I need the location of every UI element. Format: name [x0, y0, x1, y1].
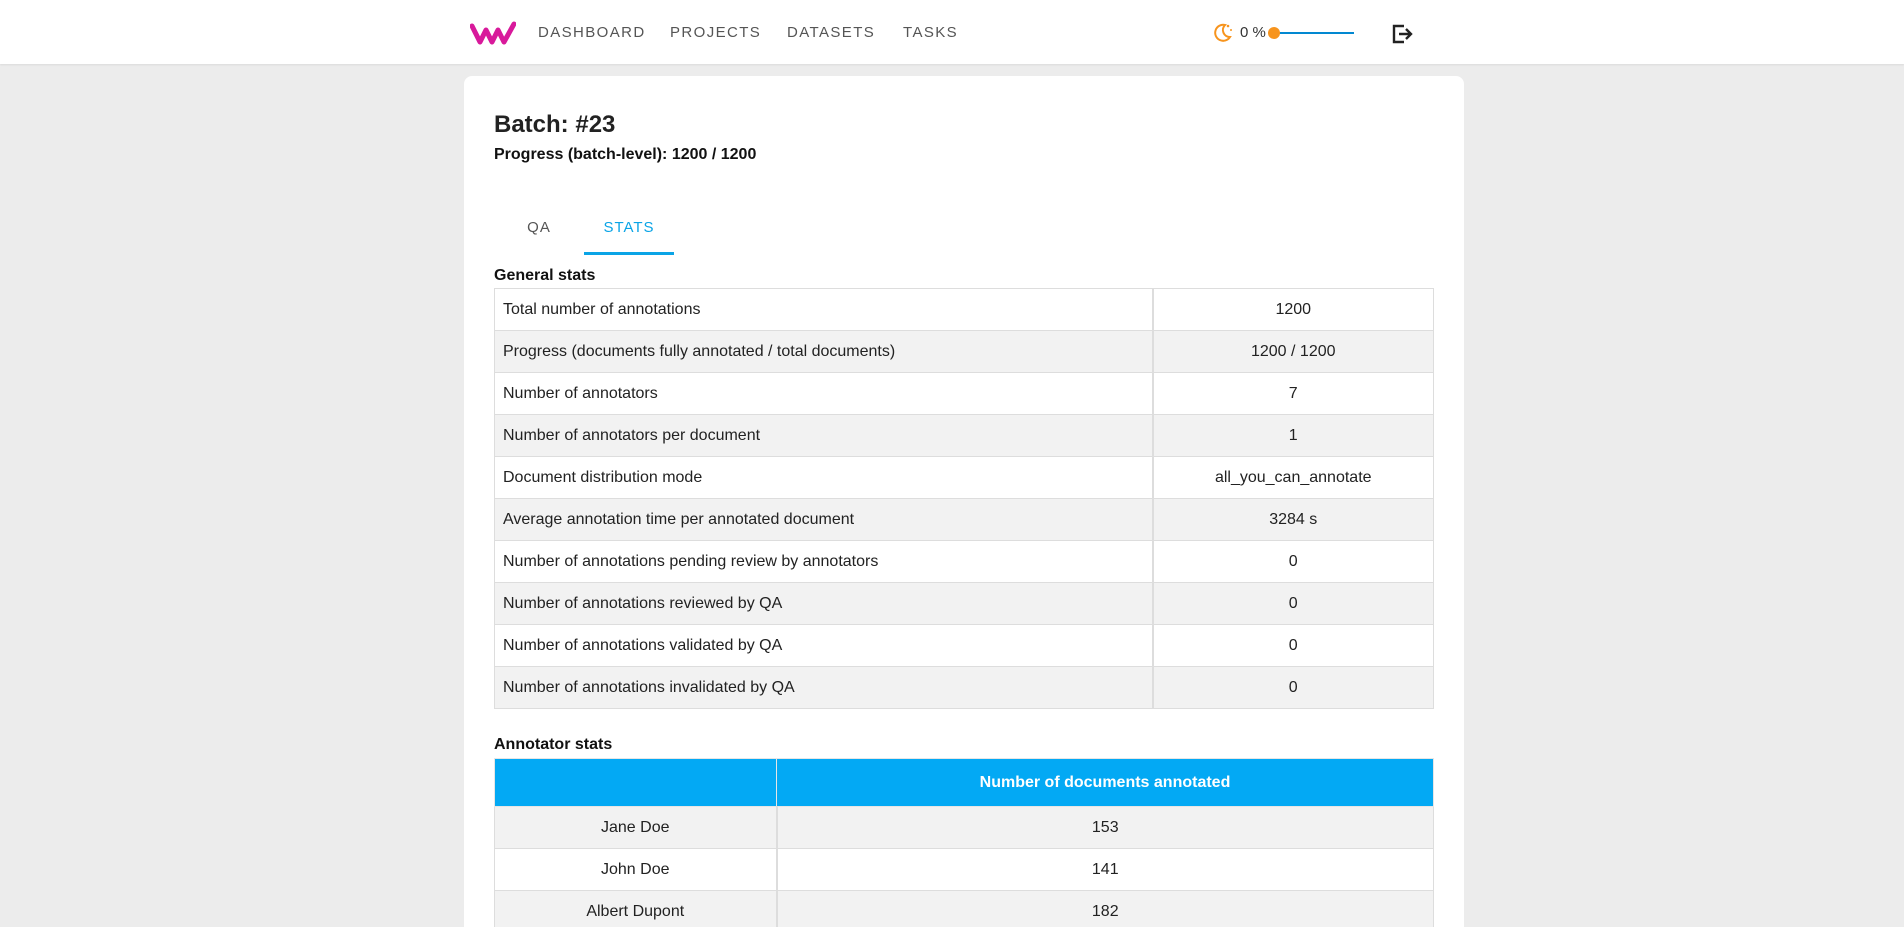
table-row: Progress (documents fully annotated / to… [494, 330, 1434, 373]
annotator-stats-table: Number of documents annotated Jane Doe 15… [494, 758, 1434, 927]
annotator-name: John Doe [494, 848, 777, 891]
stat-label: Progress (documents fully annotated / to… [494, 330, 1153, 373]
zoom-slider-track [1272, 32, 1354, 34]
stat-label: Total number of annotations [494, 288, 1153, 331]
batch-card: Batch: #23 Progress (batch-level): 1200 … [464, 76, 1464, 927]
annotator-table-header-row: Number of documents annotated [494, 758, 1434, 807]
stat-value: 0 [1151, 624, 1434, 667]
annotator-stats-title: Annotator stats [494, 736, 613, 753]
table-row: Number of annotations invalidated by QA 0 [494, 666, 1434, 709]
moon-sun-icon[interactable] [1210, 21, 1234, 45]
table-row: Average annotation time per annotated do… [494, 498, 1434, 541]
stat-label: Number of annotators per document [494, 414, 1153, 457]
stat-label: Number of annotations pending review by … [494, 540, 1153, 583]
stat-label: Number of annotations validated by QA [494, 624, 1153, 667]
stat-value: all_you_can_annotate [1151, 456, 1434, 499]
tab-qa[interactable]: QA [494, 211, 584, 255]
table-row: Number of annotations reviewed by QA 0 [494, 582, 1434, 625]
tab-stats[interactable]: STATS [584, 211, 674, 255]
general-stats-title: General stats [494, 267, 596, 284]
stat-value: 1 [1151, 414, 1434, 457]
top-navbar: DASHBOARD PROJECTS DATASETS TASKS 0 % [0, 0, 1904, 64]
table-row: Total number of annotations 1200 [494, 288, 1434, 331]
app-logo-icon[interactable] [470, 20, 516, 46]
nav-link-dashboard[interactable]: DASHBOARD [538, 24, 646, 41]
table-row: Number of annotators 7 [494, 372, 1434, 415]
stat-value: 1200 / 1200 [1151, 330, 1434, 373]
nav-link-datasets[interactable]: DATASETS [787, 24, 875, 41]
annotator-name: Jane Doe [494, 806, 777, 849]
stat-label: Number of annotators [494, 372, 1153, 415]
stat-label: Number of annotations invalidated by QA [494, 666, 1153, 709]
table-row: Number of annotations pending review by … [494, 540, 1434, 583]
annotator-column-header [494, 758, 777, 807]
zoom-slider[interactable] [1268, 24, 1356, 42]
nav-link-tasks[interactable]: TASKS [903, 24, 958, 41]
stat-value: 0 [1151, 666, 1434, 709]
stat-value: 1200 [1151, 288, 1434, 331]
annotator-name: Albert Dupont [494, 890, 777, 927]
table-row: John Doe 141 [494, 848, 1434, 891]
documents-annotated-count: 141 [775, 848, 1434, 891]
stat-value: 0 [1151, 540, 1434, 583]
logout-icon[interactable] [1391, 22, 1413, 46]
stat-value: 7 [1151, 372, 1434, 415]
zoom-slider-thumb[interactable] [1268, 27, 1280, 39]
stat-label: Average annotation time per annotated do… [494, 498, 1153, 541]
zoom-level-text: 0 % [1240, 24, 1266, 41]
stat-value: 0 [1151, 582, 1434, 625]
nav-link-projects[interactable]: PROJECTS [670, 24, 761, 41]
stat-label: Document distribution mode [494, 456, 1153, 499]
table-row: Number of annotators per document 1 [494, 414, 1434, 457]
documents-annotated-count: 153 [775, 806, 1434, 849]
table-row: Number of annotations validated by QA 0 [494, 624, 1434, 667]
stat-label: Number of annotations reviewed by QA [494, 582, 1153, 625]
general-stats-table: Total number of annotations 1200 Progress … [494, 288, 1434, 709]
page-title: Batch: #23 [494, 111, 616, 138]
table-row: Albert Dupont 182 [494, 890, 1434, 927]
stat-value: 3284 s [1151, 498, 1434, 541]
batch-progress-text: Progress (batch-level): 1200 / 1200 [494, 146, 757, 163]
table-row: Document distribution mode all_you_can_an… [494, 456, 1434, 499]
documents-annotated-count: 182 [775, 890, 1434, 927]
documents-annotated-column-header: Number of documents annotated [776, 758, 1434, 807]
table-row: Jane Doe 153 [494, 806, 1434, 849]
